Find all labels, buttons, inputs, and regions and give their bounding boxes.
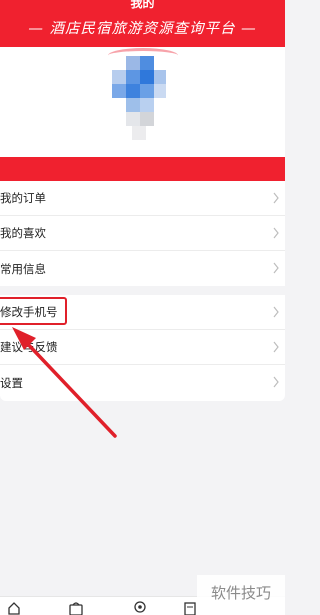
menu-item-label: 我的订单 [0, 191, 46, 205]
menu-item-label: 建议与反馈 [0, 340, 58, 354]
bag-icon[interactable] [68, 601, 84, 615]
watermark: 软件技巧 [197, 575, 285, 611]
chevron-right-icon [273, 306, 279, 318]
chevron-right-icon [273, 341, 279, 353]
page-title: 我的 [130, 0, 155, 10]
menu-item-my-favorites[interactable]: 我的喜欢 [0, 216, 285, 251]
annotation-highlight-box [0, 297, 67, 325]
home-icon[interactable] [7, 601, 21, 615]
location-icon[interactable] [133, 601, 147, 615]
menu-item-settings[interactable]: 设置 [0, 365, 285, 400]
header-slogan: — 酒店民宿旅游资源查询平台 — [28, 21, 257, 37]
avatar[interactable] [112, 56, 166, 140]
chevron-right-icon [273, 262, 279, 274]
menu-item-label: 常用信息 [0, 261, 46, 276]
menu-item-my-orders[interactable]: 我的订单 [0, 181, 285, 216]
profile-banner [0, 157, 285, 181]
menu-item-common-info[interactable]: 常用信息 [0, 251, 285, 286]
document-icon[interactable] [183, 601, 197, 615]
app-header: 我的 — 酒店民宿旅游资源查询平台 — [0, 0, 285, 47]
menu-group-orders: 我的订单 我的喜欢 常用信息 [0, 181, 285, 286]
chevron-right-icon [273, 376, 279, 388]
menu-item-feedback[interactable]: 建议与反馈 [0, 330, 285, 365]
menu-item-label: 我的喜欢 [0, 226, 46, 240]
chevron-right-icon [273, 192, 279, 204]
chevron-right-icon [273, 227, 279, 239]
menu-item-label: 设置 [0, 375, 23, 390]
